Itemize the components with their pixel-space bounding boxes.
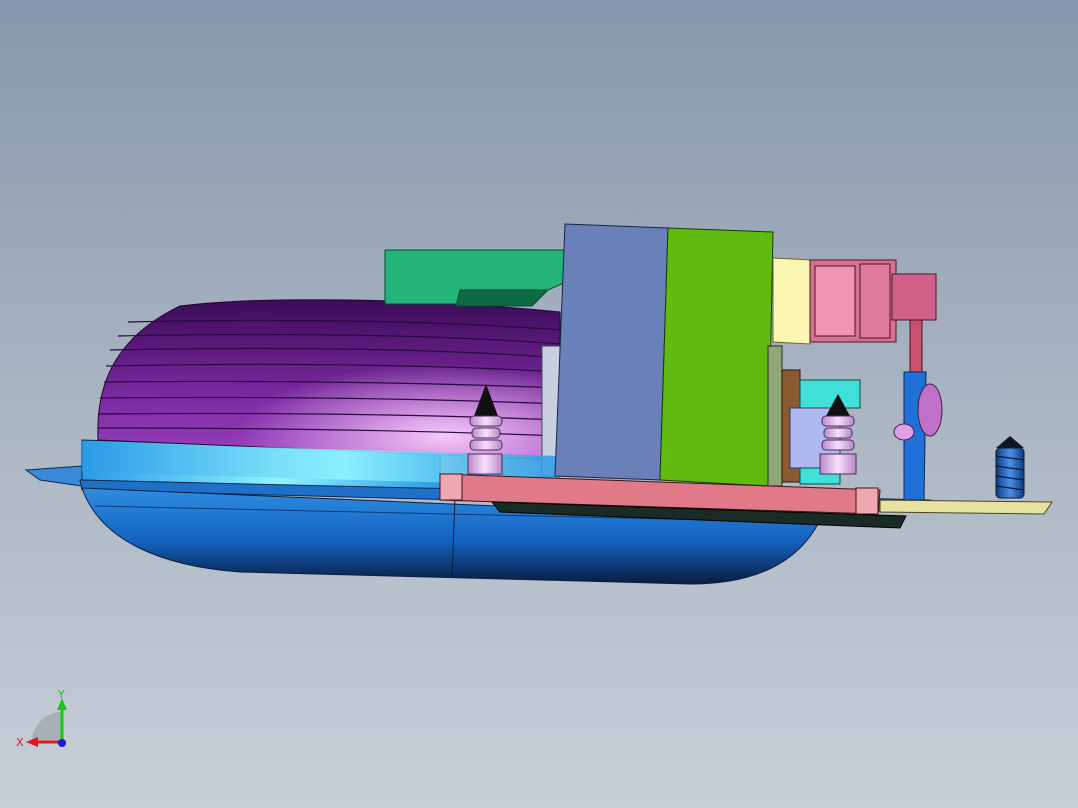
small-standoff xyxy=(917,383,943,437)
terminal-lead xyxy=(879,499,1053,515)
screw xyxy=(995,436,1025,499)
cad-viewport[interactable]: Y X xyxy=(0,0,1078,808)
z-axis-dot xyxy=(58,739,66,747)
pink-connector xyxy=(809,259,937,373)
y-axis-label: Y xyxy=(57,688,65,701)
x-axis-label: X xyxy=(16,736,24,749)
blue-block xyxy=(554,223,669,481)
yellow-panel xyxy=(772,257,813,345)
green-block xyxy=(659,227,774,487)
3d-model-view[interactable]: Y X xyxy=(0,0,1078,808)
green-bracket xyxy=(384,249,567,307)
view-triad[interactable]: Y X xyxy=(16,688,67,749)
